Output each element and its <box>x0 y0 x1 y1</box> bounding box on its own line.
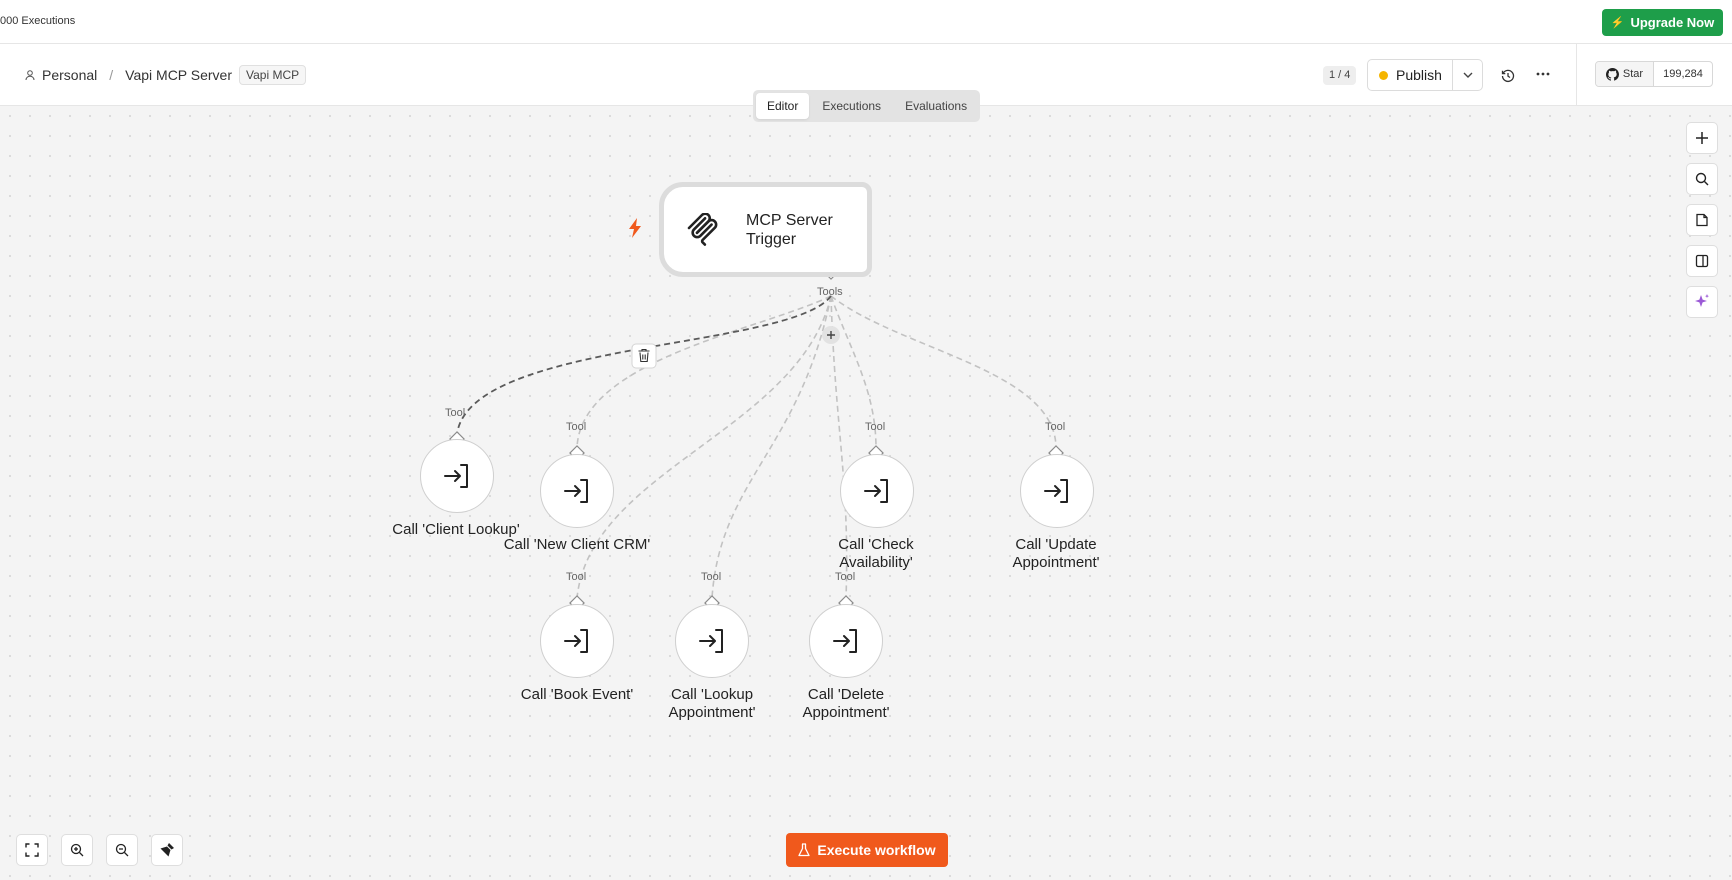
flask-icon <box>798 843 811 857</box>
tool-node-book-event[interactable] <box>540 604 614 678</box>
github-star-widget[interactable]: Star 199,284 <box>1595 61 1713 87</box>
tool-node-new-client-crm[interactable] <box>540 454 614 528</box>
plus-icon <box>1696 132 1708 144</box>
delete-connection-button[interactable] <box>631 343 657 369</box>
upgrade-now-button[interactable]: ⚡ Upgrade Now <box>1602 9 1723 36</box>
tab-editor[interactable]: Editor <box>756 93 810 119</box>
sticky-note-icon <box>1696 213 1708 227</box>
zoom-out-icon <box>115 843 129 857</box>
tool-port-label: Tool <box>566 571 587 583</box>
canvas-side-toolbar <box>1686 122 1718 318</box>
sparkle-icon <box>1695 294 1709 307</box>
breadcrumb-separator: / <box>109 67 114 83</box>
tool-port-label: Tool <box>701 571 722 583</box>
github-star-button[interactable]: Star <box>1596 62 1654 86</box>
breadcrumb-project[interactable]: Personal <box>42 67 97 83</box>
tool-node-label: Call 'Book Event' <box>520 686 634 703</box>
status-dot <box>1379 70 1388 80</box>
tool-node-check-availability[interactable] <box>840 454 914 528</box>
tool-node-label: Call 'Check Availability' <box>838 536 914 571</box>
chevron-down-icon <box>1463 72 1472 78</box>
add-tool-handle[interactable] <box>822 326 840 344</box>
canvas-zoom-toolbar <box>16 834 183 866</box>
add-node-button[interactable] <box>1686 122 1718 154</box>
zoom-in-button[interactable] <box>61 834 93 866</box>
enter-icon <box>564 479 588 503</box>
workflow-tag[interactable]: Vapi MCP <box>239 65 307 85</box>
tool-port-label: Tool <box>445 407 466 419</box>
trigger-bolt-icon <box>629 218 641 238</box>
breadcrumb: Personal / Vapi MCP Server <box>24 67 232 83</box>
tool-port-label: Tool <box>835 571 856 583</box>
publish-button-group: Publish <box>1367 59 1483 91</box>
fit-view-icon <box>25 843 39 857</box>
broom-icon <box>160 843 174 857</box>
tool-node-label: Call 'Delete Appointment' <box>802 686 890 721</box>
enter-icon <box>833 629 857 653</box>
tool-node-update-appointment[interactable] <box>1020 454 1094 528</box>
tab-evaluations[interactable]: Evaluations <box>894 93 978 119</box>
enter-icon <box>564 629 588 653</box>
tidy-up-button[interactable] <box>151 834 183 866</box>
tab-executions[interactable]: Executions <box>811 93 892 119</box>
tool-port-label: Tool <box>566 421 587 433</box>
fit-view-button[interactable] <box>16 834 48 866</box>
version-badge[interactable]: 1 / 4 <box>1323 66 1357 85</box>
tool-node-delete-appointment[interactable] <box>809 604 883 678</box>
upgrade-label: Upgrade Now <box>1630 15 1715 30</box>
workflow-name[interactable]: Vapi MCP Server <box>125 67 232 83</box>
more-options-button[interactable] <box>1533 64 1553 84</box>
tool-port-label: Tool <box>1045 421 1066 433</box>
tool-node-label: Call 'Update Appointment' <box>1012 536 1100 571</box>
enter-icon <box>864 479 888 503</box>
history-button[interactable] <box>1498 66 1518 86</box>
publish-label: Publish <box>1396 67 1442 83</box>
bolt-icon: ⚡ <box>1610 17 1625 29</box>
view-tabs: Editor Executions Evaluations <box>753 90 980 122</box>
tool-port-label: Tool <box>865 421 886 433</box>
publish-button[interactable]: Publish <box>1368 60 1452 90</box>
ai-assistant-button[interactable] <box>1686 286 1718 318</box>
tools-port-label: Tools <box>817 286 843 298</box>
execute-workflow-button[interactable]: Execute workflow <box>786 833 948 867</box>
panel-icon <box>1695 254 1709 268</box>
enter-icon <box>699 629 723 653</box>
tool-node-lookup-appointment[interactable] <box>675 604 749 678</box>
zoom-out-button[interactable] <box>106 834 138 866</box>
github-icon <box>1605 67 1619 81</box>
tool-node-client-lookup[interactable] <box>420 439 494 513</box>
header-divider <box>1576 44 1577 106</box>
enter-icon <box>1044 479 1068 503</box>
trigger-label: MCP Server Trigger <box>746 211 833 248</box>
person-icon <box>25 70 35 81</box>
sticky-note-button[interactable] <box>1686 204 1718 236</box>
enter-icon <box>444 464 468 488</box>
executions-count: 000 Executions <box>0 15 76 27</box>
tool-node-label: Call 'New Client CRM' <box>503 536 651 553</box>
zoom-in-icon <box>70 843 84 857</box>
publish-dropdown-button[interactable] <box>1452 60 1482 90</box>
execute-label: Execute workflow <box>817 842 936 858</box>
history-icon <box>1501 69 1515 82</box>
mcp-icon <box>684 212 720 248</box>
mcp-server-trigger-node[interactable]: MCP Server Trigger <box>659 182 872 277</box>
tool-node-label: Call 'Lookup Appointment' <box>668 686 756 721</box>
github-star-label: Star <box>1622 68 1644 80</box>
github-star-count: 199,284 <box>1663 68 1703 80</box>
search-icon <box>1695 172 1709 186</box>
ellipsis-icon <box>1536 72 1550 76</box>
top-banner: 000 Executions ⚡ Upgrade Now <box>0 0 1732 44</box>
toggle-panel-button[interactable] <box>1686 245 1718 277</box>
search-nodes-button[interactable] <box>1686 163 1718 195</box>
